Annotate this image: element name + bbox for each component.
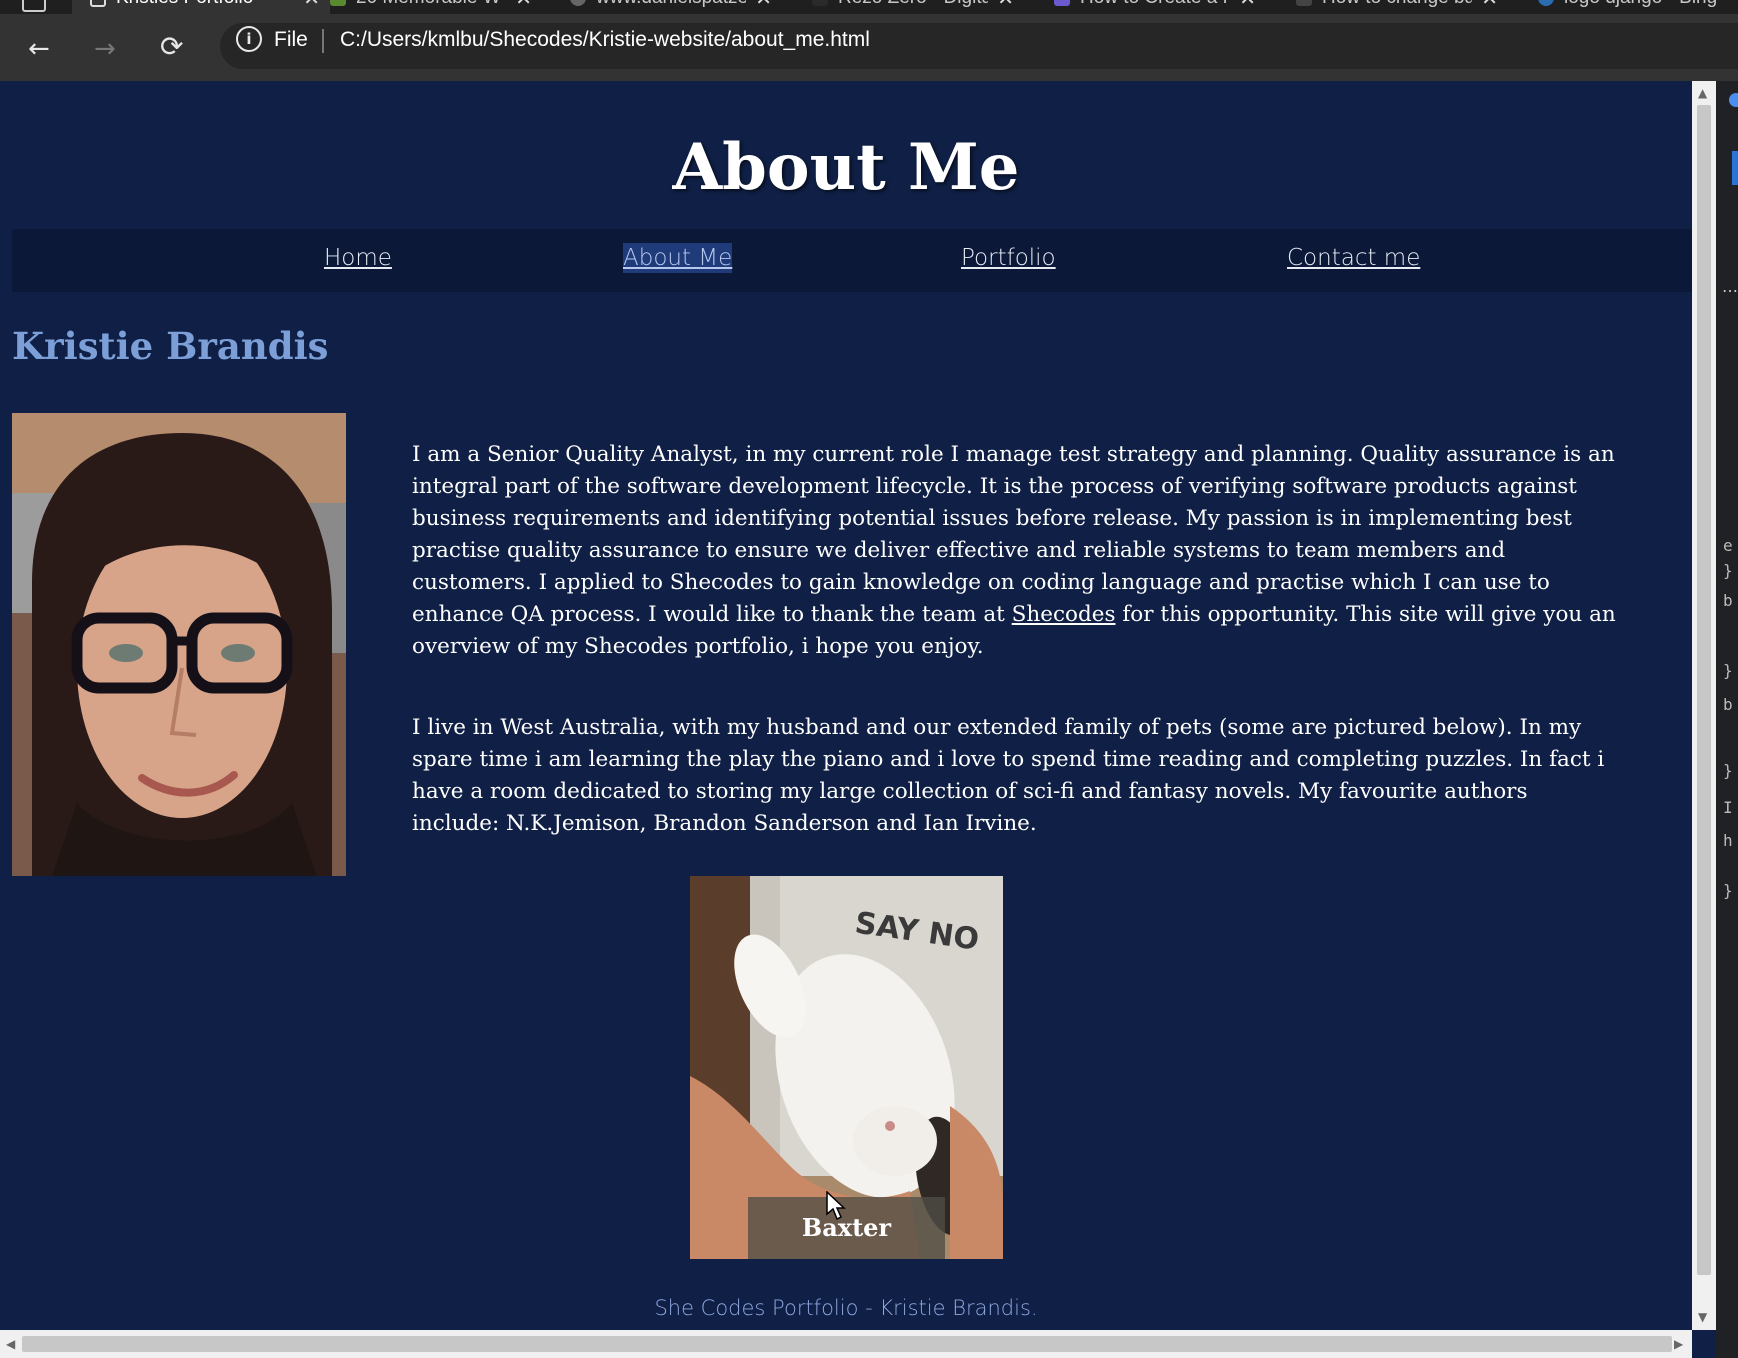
devtools-code-char: }	[1723, 881, 1733, 900]
dev-icon	[1296, 0, 1312, 6]
pet-photo-figure: SAY NO Baxter	[690, 876, 1003, 1259]
scroll-up-icon[interactable]: ▲	[1698, 87, 1707, 99]
tab-memorable[interactable]: 20 Memorable W ✕	[330, 0, 542, 14]
close-tab-icon[interactable]: ✕	[997, 0, 1014, 11]
nav-link-about-me[interactable]: About Me	[623, 243, 733, 273]
tab-kristies-portfolio[interactable]: Kristies Portfolio ✕	[72, 0, 330, 14]
tab-label: Rezo Zero - Digita	[838, 0, 988, 9]
site-icon	[570, 0, 586, 6]
pet-caption: Baxter	[748, 1197, 945, 1259]
tab-label: logo django - Bing	[1564, 0, 1734, 9]
site-icon	[1054, 0, 1070, 6]
vertical-scrollbar[interactable]: ▲ ▼	[1692, 81, 1716, 1330]
browser-tab-bar: Kristies Portfolio ✕ 20 Memorable W ✕ ww…	[0, 0, 1738, 14]
tab-how-to-change[interactable]: How to change ba ✕	[1296, 0, 1508, 14]
devtools-code-char: }	[1723, 761, 1733, 780]
devtools-code-char: }	[1723, 661, 1733, 680]
author-name-heading: Kristie Brandis	[12, 324, 329, 368]
close-tab-icon[interactable]: ✕	[1481, 0, 1498, 11]
devtools-code-char: h	[1723, 831, 1733, 850]
site-info-icon[interactable]: i	[236, 26, 262, 52]
tab-rezo-zero[interactable]: Rezo Zero - Digita ✕	[812, 0, 1024, 14]
horizontal-scroll-thumb[interactable]	[22, 1336, 1672, 1352]
address-separator	[322, 29, 324, 53]
tab-how-to-create[interactable]: How to Create a P ✕	[1054, 0, 1266, 14]
close-tab-icon[interactable]: ✕	[755, 0, 772, 11]
intro-paragraph: I am a Senior Quality Analyst, in my cur…	[412, 439, 1617, 663]
tab-label: Kristies Portfolio	[116, 0, 253, 9]
devtools-profile-icon[interactable]	[1729, 93, 1738, 107]
scroll-down-icon[interactable]: ▼	[1698, 1311, 1707, 1323]
tab-label: How to change ba	[1322, 0, 1472, 9]
horizontal-scrollbar[interactable]: ◀ ▶	[0, 1330, 1692, 1358]
intro-text-start: I am a Senior Quality Analyst, in my cur…	[412, 442, 1615, 627]
scroll-left-icon[interactable]: ◀	[6, 1338, 15, 1350]
page-icon	[90, 0, 106, 7]
devtools-code-char: b	[1723, 695, 1733, 714]
tab-label: How to Create a P	[1080, 0, 1230, 9]
tab-label: www.danielspatze	[596, 0, 746, 9]
page-viewport: About Me Home About Me Portfolio Contact…	[0, 81, 1692, 1330]
site-nav: Home About Me Portfolio Contact me	[12, 229, 1692, 292]
devtools-more-icon[interactable]: …	[1722, 277, 1738, 296]
url-text[interactable]: C:/Users/kmlbu/Shecodes/Kristie-website/…	[340, 28, 870, 52]
close-tab-icon[interactable]: ✕	[515, 0, 532, 11]
rezo-icon	[812, 0, 828, 6]
file-scheme-label: File	[274, 28, 308, 51]
devtools-code-char: e	[1723, 536, 1733, 555]
tab-label: 20 Memorable W	[356, 0, 506, 9]
page-title: About Me	[672, 130, 1020, 205]
scroll-right-icon[interactable]: ▶	[1674, 1338, 1683, 1350]
nav-link-contact-me[interactable]: Contact me	[1287, 243, 1420, 273]
bing-icon	[1538, 0, 1554, 6]
reload-icon[interactable]: ⟳	[160, 33, 183, 61]
back-icon[interactable]: ←	[28, 36, 50, 62]
devtools-code-char: I	[1723, 798, 1733, 817]
devtools-code-char: b	[1723, 591, 1733, 610]
devtools-tab-indicator[interactable]	[1732, 151, 1738, 185]
forward-icon[interactable]: →	[94, 36, 116, 62]
tab-logo-django[interactable]: logo django - Bing	[1538, 0, 1738, 14]
nav-link-portfolio[interactable]: Portfolio	[961, 243, 1056, 273]
profile-photo	[12, 413, 346, 876]
nav-link-home[interactable]: Home	[324, 243, 392, 273]
shecodes-link[interactable]: Shecodes	[1012, 602, 1116, 627]
shopify-icon	[330, 0, 346, 6]
close-tab-icon[interactable]: ✕	[303, 0, 320, 11]
tab-danielspatzek[interactable]: www.danielspatze ✕	[570, 0, 782, 14]
mouse-cursor-icon	[826, 1191, 846, 1221]
tab-actions-icon[interactable]	[22, 0, 46, 12]
vertical-scroll-thumb[interactable]	[1697, 105, 1711, 1275]
devtools-panel: … e } b } b } I h }	[1716, 81, 1738, 1358]
devtools-code-char: }	[1723, 561, 1733, 580]
site-footer: She Codes Portfolio - Kristie Brandis.	[654, 1296, 1038, 1320]
close-tab-icon[interactable]: ✕	[1239, 0, 1256, 11]
personal-paragraph: I live in West Australia, with my husban…	[412, 715, 1605, 836]
